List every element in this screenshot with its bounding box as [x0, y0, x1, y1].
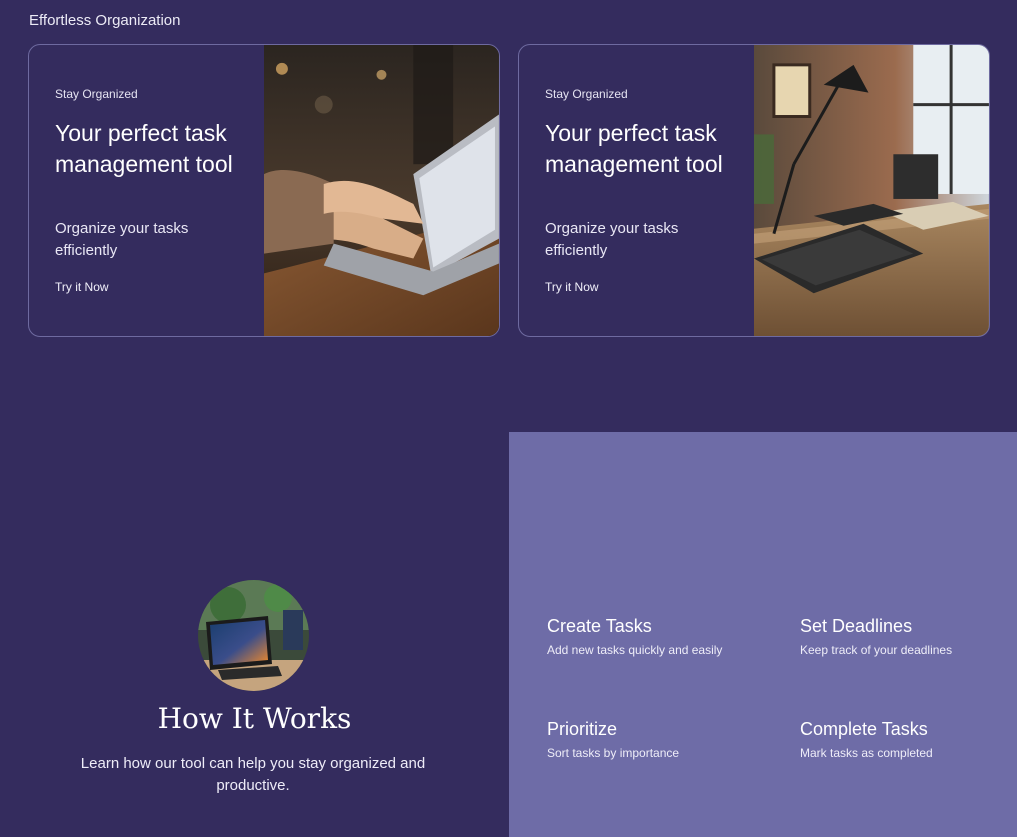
promo-card: Stay Organized Your perfect task managem… — [28, 44, 500, 337]
how-it-works-title: How It Works — [157, 702, 352, 735]
feature-prioritize: Prioritize Sort tasks by importance — [547, 719, 679, 760]
feature-title: Set Deadlines — [800, 616, 913, 636]
feature-description: Keep track of your deadlines — [800, 643, 953, 657]
feature-title: Create Tasks — [547, 616, 652, 636]
try-it-now-link[interactable]: Try it Now — [55, 280, 109, 294]
how-it-works-description: Learn how our tool can help you stay org… — [80, 755, 426, 794]
tablet-on-desk-image — [198, 580, 309, 691]
desk-lamp-image — [754, 45, 989, 336]
card-subtitle: Organize your tasks efficiently — [55, 220, 189, 259]
card-text: Stay Organized Your perfect task managem… — [29, 45, 264, 336]
feature-complete-tasks: Complete Tasks Mark tasks as completed — [800, 719, 933, 760]
feature-title: Complete Tasks — [800, 719, 928, 739]
try-it-now-link[interactable]: Try it Now — [545, 280, 599, 294]
feature-description: Mark tasks as completed — [800, 746, 933, 760]
features-panel: Create Tasks Add new tasks quickly and e… — [509, 432, 1017, 837]
card-eyebrow: Stay Organized — [55, 87, 138, 101]
feature-title: Prioritize — [547, 719, 618, 739]
card-subtitle: Organize your tasks efficiently — [545, 220, 679, 259]
feature-set-deadlines: Set Deadlines Keep track of your deadlin… — [800, 616, 952, 657]
card-eyebrow: Stay Organized — [545, 87, 628, 101]
promo-card: Stay Organized Your perfect task managem… — [518, 44, 990, 337]
card-text: Stay Organized Your perfect task managem… — [519, 45, 754, 336]
laptop-typing-image — [264, 45, 499, 336]
card-title: Your perfect task management tool — [55, 120, 233, 177]
feature-create-tasks: Create Tasks Add new tasks quickly and e… — [547, 616, 722, 657]
feature-description: Add new tasks quickly and easily — [547, 643, 723, 657]
how-it-works-section: How It Works Learn how our tool can help… — [0, 432, 509, 837]
card-title: Your perfect task management tool — [545, 120, 723, 177]
section-label: Effortless Organization — [29, 12, 181, 29]
feature-description: Sort tasks by importance — [547, 746, 680, 760]
